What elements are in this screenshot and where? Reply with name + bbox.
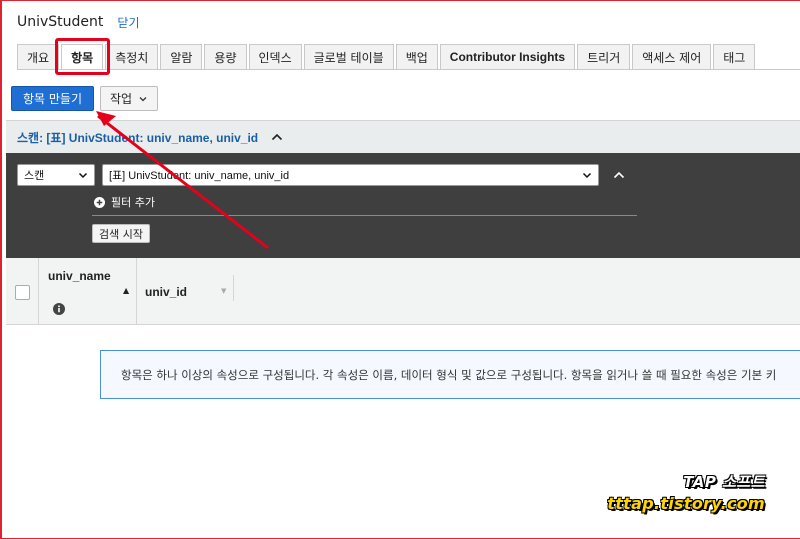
tab-access-control[interactable]: 액세스 제어 bbox=[632, 44, 712, 69]
column-header-univ-name[interactable]: univ_name bbox=[48, 269, 111, 283]
create-item-button[interactable]: 항목 만들기 bbox=[11, 86, 95, 111]
scan-mode-value: 스캔 bbox=[24, 169, 45, 182]
sort-descending-icon[interactable]: ▼ bbox=[221, 287, 226, 295]
add-filter-label: 필터 추가 bbox=[111, 196, 155, 209]
tab-tags[interactable]: 태그 bbox=[713, 44, 756, 69]
column-divider bbox=[136, 258, 137, 325]
column-divider bbox=[233, 275, 234, 301]
column-header-univ-id[interactable]: univ_id bbox=[145, 285, 187, 299]
tab-bar: 개요 항목 측정치 알람 용량 인덱스 글로벌 테이블 백업 Contribut… bbox=[17, 44, 757, 69]
filter-divider bbox=[92, 215, 637, 216]
info-message-text: 항목은 하나 이상의 속성으로 구성됩니다. 각 속성은 이름, 데이터 형식 … bbox=[121, 367, 777, 382]
scan-mode-select[interactable]: 스캔 bbox=[17, 164, 95, 186]
add-filter-button[interactable]: 필터 추가 bbox=[94, 194, 155, 210]
watermark-title: TAP 소프트 bbox=[683, 473, 765, 491]
tab-contributor-insights[interactable]: Contributor Insights bbox=[439, 44, 576, 69]
actions-dropdown-label: 작업 bbox=[110, 92, 133, 106]
plus-circle-icon bbox=[94, 196, 105, 208]
info-icon[interactable] bbox=[53, 303, 65, 315]
tab-metrics[interactable]: 측정치 bbox=[105, 44, 159, 69]
chevron-down-icon bbox=[582, 172, 592, 179]
tab-global-tables[interactable]: 글로벌 테이블 bbox=[303, 44, 394, 69]
watermark-url: tttap.tistory.com bbox=[607, 494, 765, 513]
scan-panel: 스캔 [표] UnivStudent: univ_name, univ_id 필… bbox=[6, 153, 800, 258]
chevron-up-icon[interactable] bbox=[612, 168, 626, 182]
index-select-value: [표] UnivStudent: univ_name, univ_id bbox=[109, 170, 290, 182]
table-name: UnivStudent bbox=[17, 14, 104, 30]
tab-triggers[interactable]: 트리거 bbox=[577, 44, 631, 69]
scan-section-title: 스캔: [표] UnivStudent: univ_name, univ_id bbox=[17, 130, 259, 145]
index-select[interactable]: [표] UnivStudent: univ_name, univ_id bbox=[102, 164, 599, 186]
tab-backups[interactable]: 백업 bbox=[395, 44, 438, 69]
chevron-down-icon bbox=[139, 96, 147, 101]
close-link[interactable]: 닫기 bbox=[117, 14, 139, 31]
chevron-down-icon bbox=[78, 172, 88, 179]
sort-ascending-icon[interactable]: ▲ bbox=[123, 286, 129, 295]
tab-overview[interactable]: 개요 bbox=[17, 44, 60, 69]
items-grid-header: univ_name ▲ univ_id ▼ bbox=[6, 258, 800, 325]
start-search-button[interactable]: 검색 시작 bbox=[92, 224, 150, 243]
tab-items[interactable]: 항목 bbox=[61, 44, 104, 69]
column-divider bbox=[38, 258, 39, 325]
chevron-up-icon[interactable] bbox=[270, 130, 284, 144]
scan-section-header[interactable]: 스캔: [표] UnivStudent: univ_name, univ_id bbox=[6, 120, 800, 153]
tab-divider bbox=[17, 69, 800, 70]
tab-alarms[interactable]: 알람 bbox=[160, 44, 203, 69]
tab-capacity[interactable]: 용량 bbox=[204, 44, 247, 69]
title-row: UnivStudent 닫기 bbox=[17, 12, 140, 32]
actions-dropdown-button[interactable]: 작업 bbox=[100, 86, 159, 111]
watermark: TAP 소프트 tttap.tistory.com bbox=[607, 471, 765, 513]
select-all-checkbox[interactable] bbox=[15, 285, 30, 300]
tab-indexes[interactable]: 인덱스 bbox=[248, 44, 302, 69]
action-bar: 항목 만들기 작업 bbox=[11, 86, 159, 111]
info-message-box: 항목은 하나 이상의 속성으로 구성됩니다. 각 속성은 이름, 데이터 형식 … bbox=[100, 350, 800, 399]
